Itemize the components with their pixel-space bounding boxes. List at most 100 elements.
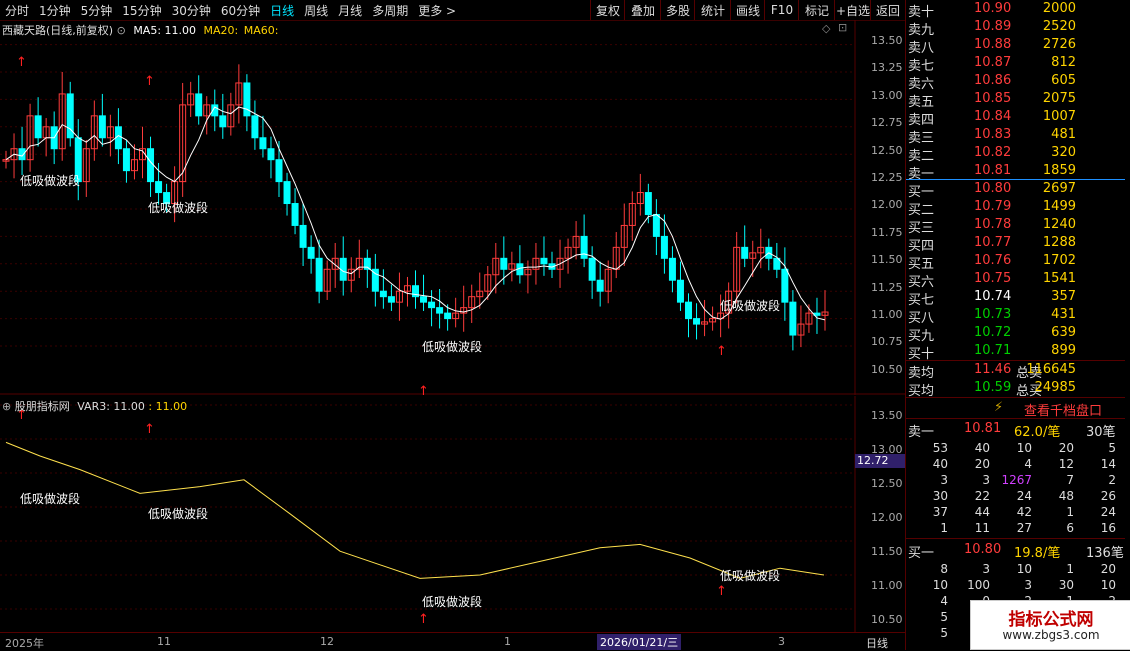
candle-body xyxy=(299,224,307,248)
candle-body xyxy=(387,296,395,303)
queue-cell: 1 xyxy=(940,521,948,535)
candle-body xyxy=(660,235,668,259)
queue-cell: 14 xyxy=(1100,457,1116,471)
queue-cell: 8 xyxy=(940,562,948,576)
order-row[interactable]: 买二 10.79 1499 xyxy=(906,199,1126,218)
right-edge-strip xyxy=(1125,0,1130,650)
order-price: 10.89 xyxy=(974,19,1012,34)
order-price: 10.78 xyxy=(974,217,1012,232)
axis-tick: 13.50 xyxy=(871,409,903,422)
order-row[interactable]: 卖六 10.86 605 xyxy=(906,73,1126,92)
order-volume: 1240 xyxy=(1042,217,1076,232)
timeframe-tab-10[interactable]: 更多 > xyxy=(413,2,461,19)
toolbar-button-5[interactable]: F10 xyxy=(764,0,799,20)
price-axis: 13.50 13.25 13.00 12.75 12.50 12.25 12.00 11.75… xyxy=(855,20,905,395)
candle-body xyxy=(580,235,588,259)
candle-body xyxy=(500,257,508,270)
date-label-mar: 3 xyxy=(778,635,785,648)
toolbar-button-7[interactable]: +自选 xyxy=(834,0,871,20)
toolbar-button-6[interactable]: 标记 xyxy=(798,0,835,20)
order-row[interactable]: 买十 10.71 899 xyxy=(906,343,1126,362)
candle-body xyxy=(693,318,701,325)
summary-divider xyxy=(906,360,1126,361)
zoom-small-icon[interactable]: ⊕ xyxy=(2,400,11,413)
axis-tick: 10.50 xyxy=(871,613,903,626)
detail-divider xyxy=(906,397,1126,398)
order-level: 卖七 xyxy=(908,59,935,74)
order-volume: 1859 xyxy=(1042,163,1076,178)
timeframe-tab-1[interactable]: 1分钟 xyxy=(34,2,76,19)
quote-panel: 卖十 10.90 2000 卖九 10.89 2520 卖八 10.88 2726 卖七 10.87… xyxy=(905,0,1126,650)
toolbar-button-4[interactable]: 画线 xyxy=(730,0,765,20)
var3-label: VAR3: 11.00 xyxy=(77,400,145,413)
zoom-icon[interactable]: ⊡ xyxy=(838,21,847,34)
indicator-canvas[interactable]: 低吸做波段↑低吸做波段↑低吸做波段↑低吸做波段↑ xyxy=(0,396,905,632)
candle-body xyxy=(155,181,163,194)
timeframe-tab-8[interactable]: 月线 xyxy=(333,2,367,19)
order-row[interactable]: 卖二 10.82 320 xyxy=(906,145,1126,164)
order-row[interactable]: 卖五 10.85 2075 xyxy=(906,91,1126,110)
axis-tick: 13.25 xyxy=(871,61,903,75)
timeframe-tab-6[interactable]: 日线 xyxy=(265,2,299,19)
order-volume: 2075 xyxy=(1042,91,1076,106)
candle-body xyxy=(741,246,749,259)
date-axis: 2025年 11 12 1 2026/01/21/三 3 日线 xyxy=(0,632,905,651)
order-summary-row: 卖均 11.46 总卖 116645 xyxy=(906,362,1126,381)
order-row[interactable]: 买七 10.74 357 xyxy=(906,289,1126,308)
order-row[interactable]: 卖七 10.87 812 xyxy=(906,55,1126,74)
summary-price: 11.46 xyxy=(974,362,1012,377)
order-row[interactable]: 卖四 10.84 1007 xyxy=(906,109,1126,128)
diamond-icon[interactable]: ◇ xyxy=(822,22,830,35)
queue-cell: 37 xyxy=(932,505,948,519)
axis-tick: 11.00 xyxy=(871,579,903,592)
toolbar-button-1[interactable]: 叠加 xyxy=(624,0,661,20)
order-row[interactable]: 卖八 10.88 2726 xyxy=(906,37,1126,56)
kline-chart[interactable]: 低吸做波段 ↑ 低吸做波段 ↑ 低吸做波段 ↑ 低吸做波段 ↑ 西藏天路(日线,前复权) ⊙ … xyxy=(0,20,905,395)
order-row[interactable]: 买四 10.77 1288 xyxy=(906,235,1126,254)
timeframe-tab-5[interactable]: 60分钟 xyxy=(216,2,265,19)
toolbar-button-8[interactable]: 返回 xyxy=(870,0,905,20)
queue-cell: 26 xyxy=(1100,489,1116,503)
menu-circle-icon[interactable]: ⊙ xyxy=(117,24,126,37)
candle-body xyxy=(444,312,452,320)
toolbar-button-3[interactable]: 统计 xyxy=(694,0,731,20)
order-price: 10.82 xyxy=(974,145,1012,160)
order-row[interactable]: 卖十 10.90 2000 xyxy=(906,1,1126,20)
order-row[interactable]: 卖三 10.83 481 xyxy=(906,127,1126,146)
timeframe-tab-9[interactable]: 多周期 xyxy=(367,2,413,19)
order-row[interactable]: 买一 10.80 2697 xyxy=(906,181,1126,200)
view-depth-button[interactable]: 查看千档盘口 xyxy=(1024,400,1102,419)
timeframe-tab-2[interactable]: 5分钟 xyxy=(76,2,118,19)
date-label-jan: 1 xyxy=(504,635,511,648)
candle-body xyxy=(259,137,267,150)
order-row[interactable]: 买九 10.72 639 xyxy=(906,325,1126,344)
indicator-chart[interactable]: 低吸做波段 ↑ 低吸做波段 ↑ 低吸做波段 ↑ 低吸做波段 ↑ ⊕ 股朋指标网 VAR3: 1… xyxy=(0,396,905,632)
toolbar-button-0[interactable]: 复权 xyxy=(590,0,625,20)
candle-body xyxy=(436,307,444,314)
order-row[interactable]: 买五 10.76 1702 xyxy=(906,253,1126,272)
order-row[interactable]: 买六 10.75 1541 xyxy=(906,271,1126,290)
candle-body xyxy=(644,192,652,215)
kline-canvas[interactable]: 低吸做波段 ↑ 低吸做波段 ↑ 低吸做波段 ↑ 低吸做波段 ↑ xyxy=(0,20,905,395)
order-level: 买五 xyxy=(908,257,935,272)
order-level: 卖二 xyxy=(908,149,935,164)
queue-cell: 5 xyxy=(940,626,948,640)
queue-cell: 16 xyxy=(1100,521,1116,535)
period-label[interactable]: 日线 xyxy=(866,635,888,651)
timeframe-tab-3[interactable]: 15分钟 xyxy=(117,2,166,19)
timeframe-tab-7[interactable]: 周线 xyxy=(299,2,333,19)
queue-cell: 100 xyxy=(967,578,990,592)
order-volume: 320 xyxy=(1051,145,1076,160)
order-row[interactable]: 卖九 10.89 2520 xyxy=(906,19,1126,38)
timeframe-tab-0[interactable]: 分时 xyxy=(0,2,34,19)
axis-tick: 10.50 xyxy=(871,362,903,376)
toolbar-button-2[interactable]: 多股 xyxy=(660,0,695,20)
candle-body xyxy=(195,93,203,117)
order-row[interactable]: 买三 10.78 1240 xyxy=(906,217,1126,236)
order-price: 10.88 xyxy=(974,37,1012,52)
queue-cell: 6 xyxy=(1066,521,1074,535)
signal-arrow-icon: ↑ xyxy=(144,422,155,437)
queue-cell: 3 xyxy=(940,473,948,487)
order-row[interactable]: 买八 10.73 431 xyxy=(906,307,1126,326)
timeframe-tab-4[interactable]: 30分钟 xyxy=(167,2,216,19)
